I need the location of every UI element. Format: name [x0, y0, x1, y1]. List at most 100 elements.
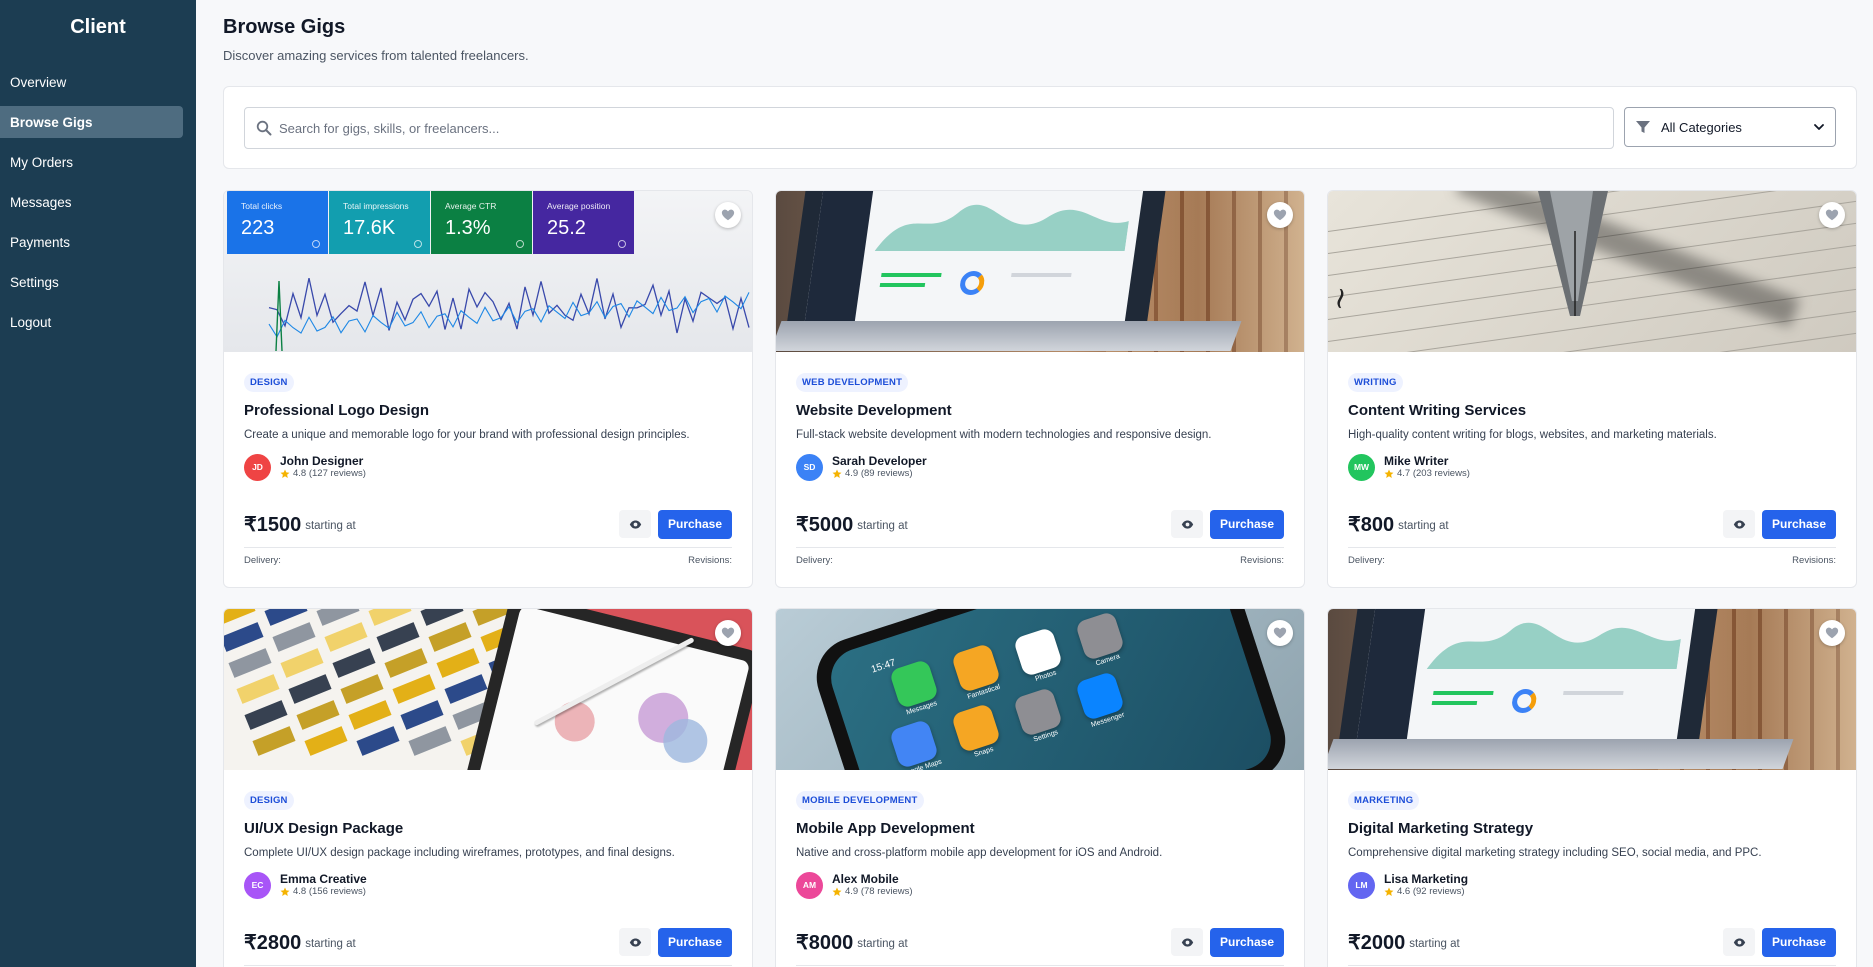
- view-button[interactable]: [1171, 510, 1203, 538]
- gig-meta: Delivery: Revisions:: [796, 555, 1284, 566]
- gig-card-body: DESIGN Professional Logo Design Create a…: [244, 372, 732, 587]
- sidebar-item-my-orders[interactable]: My Orders: [0, 146, 183, 178]
- sidebar-item-overview[interactable]: Overview: [0, 66, 183, 98]
- avatar: SD: [796, 453, 823, 481]
- seller-info: SD Sarah Developer 4.9 (89 reviews): [796, 453, 1284, 481]
- eye-icon: [629, 937, 641, 947]
- seller-name: John Designer: [280, 454, 364, 468]
- purchase-button[interactable]: Purchase: [658, 927, 732, 957]
- view-button[interactable]: [619, 510, 651, 538]
- gig-title[interactable]: Content Writing Services: [1348, 401, 1836, 421]
- category-badge: MOBILE DEVELOPMENT: [796, 791, 924, 810]
- gig-title[interactable]: Professional Logo Design: [244, 401, 732, 421]
- sidebar-item-logout[interactable]: Logout: [0, 306, 183, 338]
- gig-description: High-quality content writing for blogs, …: [1348, 429, 1717, 441]
- gig-price: ₹1500: [244, 513, 302, 536]
- purchase-button[interactable]: Purchase: [1210, 927, 1284, 957]
- gig-price: ₹800: [1348, 513, 1395, 536]
- price-row: ₹8000 starting at Purchase: [796, 927, 1284, 957]
- category-select[interactable]: All Categories: [1624, 107, 1836, 147]
- favorite-button[interactable]: [1267, 202, 1293, 228]
- gig-card[interactable]: 15:47 Messages Fantastical Photos Camera…: [775, 608, 1305, 967]
- gig-price: ₹8000: [796, 931, 854, 954]
- star-icon: [280, 887, 290, 896]
- purchase-button[interactable]: Purchase: [1762, 509, 1836, 539]
- gig-card[interactable]: ~ WRITING Content Writing Services High-…: [1327, 190, 1857, 588]
- favorite-button[interactable]: [1267, 620, 1293, 646]
- avatar: JD: [244, 453, 271, 481]
- purchase-button[interactable]: Purchase: [658, 509, 732, 539]
- purchase-button[interactable]: Purchase: [1762, 927, 1836, 957]
- gig-image: Total clicks 223 Total impressions 17.6K…: [224, 191, 752, 352]
- price-note: starting at: [305, 938, 356, 950]
- gig-description: Full-stack website development with mode…: [796, 429, 1212, 441]
- delivery-label: Delivery:: [1348, 555, 1385, 566]
- gig-image: [776, 191, 1304, 352]
- gig-card[interactable]: WEB DEVELOPMENT Website Development Full…: [775, 190, 1305, 588]
- gig-image: [1328, 609, 1856, 770]
- gig-image: [224, 609, 752, 770]
- star-icon: [1384, 887, 1394, 896]
- divider: [244, 547, 732, 548]
- gig-price: ₹2800: [244, 931, 302, 954]
- gig-card-body: MOBILE DEVELOPMENT Mobile App Developmen…: [796, 790, 1284, 967]
- gig-image: ~: [1328, 191, 1856, 352]
- gig-title[interactable]: UI/UX Design Package: [244, 819, 732, 839]
- seller-name: Sarah Developer: [832, 454, 927, 468]
- favorite-button[interactable]: [1819, 202, 1845, 228]
- view-button[interactable]: [1723, 928, 1755, 956]
- delivery-label: Delivery:: [796, 555, 833, 566]
- gig-card[interactable]: Total clicks 223 Total impressions 17.6K…: [223, 190, 753, 588]
- eye-icon: [1181, 519, 1193, 529]
- seller-rating: 4.6 (92 reviews): [1384, 886, 1468, 898]
- search-box[interactable]: [244, 107, 1614, 149]
- avatar: LM: [1348, 871, 1375, 899]
- sidebar-item-payments[interactable]: Payments: [0, 226, 183, 258]
- gig-card-body: WEB DEVELOPMENT Website Development Full…: [796, 372, 1284, 587]
- favorite-button[interactable]: [1819, 620, 1845, 646]
- sidebar-item-messages[interactable]: Messages: [0, 186, 183, 218]
- favorite-button[interactable]: [715, 620, 741, 646]
- gig-card[interactable]: MARKETING Digital Marketing Strategy Com…: [1327, 608, 1857, 967]
- purchase-button[interactable]: Purchase: [1210, 509, 1284, 539]
- gig-description: Create a unique and memorable logo for y…: [244, 429, 690, 441]
- page-subtitle: Discover amazing services from talented …: [223, 48, 529, 63]
- view-button[interactable]: [1723, 510, 1755, 538]
- price-note: starting at: [857, 938, 908, 950]
- search-input[interactable]: [279, 109, 1613, 147]
- gig-image: 15:47 Messages Fantastical Photos Camera…: [776, 609, 1304, 770]
- gig-card-body: DESIGN UI/UX Design Package Complete UI/…: [244, 790, 732, 967]
- seller-name: Lisa Marketing: [1384, 872, 1469, 886]
- filter-icon: [1636, 121, 1650, 133]
- gig-title[interactable]: Mobile App Development: [796, 819, 1284, 839]
- heart-icon: [1825, 627, 1839, 639]
- revisions-label: Revisions:: [1240, 555, 1284, 566]
- star-icon: [280, 469, 290, 478]
- avatar: EC: [244, 871, 271, 899]
- seller-rating: 4.7 (203 reviews): [1384, 468, 1470, 480]
- category-badge: WRITING: [1348, 373, 1403, 392]
- heart-icon: [1273, 627, 1287, 639]
- gig-title[interactable]: Digital Marketing Strategy: [1348, 819, 1836, 839]
- gig-description: Complete UI/UX design package including …: [244, 847, 675, 859]
- view-button[interactable]: [619, 928, 651, 956]
- gig-card[interactable]: DESIGN UI/UX Design Package Complete UI/…: [223, 608, 753, 967]
- divider: [244, 965, 732, 966]
- divider: [796, 547, 1284, 548]
- favorite-button[interactable]: [715, 202, 741, 228]
- category-badge: MARKETING: [1348, 791, 1420, 810]
- sidebar-item-settings[interactable]: Settings: [0, 266, 183, 298]
- gig-price: ₹5000: [796, 513, 854, 536]
- gig-price: ₹2000: [1348, 931, 1406, 954]
- rating-text: 4.8 (156 reviews): [293, 886, 366, 897]
- seller-rating: 4.9 (89 reviews): [832, 468, 927, 480]
- seller-info: LM Lisa Marketing 4.6 (92 reviews): [1348, 871, 1836, 899]
- gig-title[interactable]: Website Development: [796, 401, 1284, 421]
- search-icon: [256, 120, 272, 136]
- sidebar-item-browse-gigs[interactable]: Browse Gigs: [0, 106, 183, 138]
- view-button[interactable]: [1171, 928, 1203, 956]
- filter-bar: All Categories: [223, 86, 1857, 169]
- price-note: starting at: [305, 520, 356, 532]
- revisions-label: Revisions:: [1792, 555, 1836, 566]
- star-icon: [1384, 469, 1394, 478]
